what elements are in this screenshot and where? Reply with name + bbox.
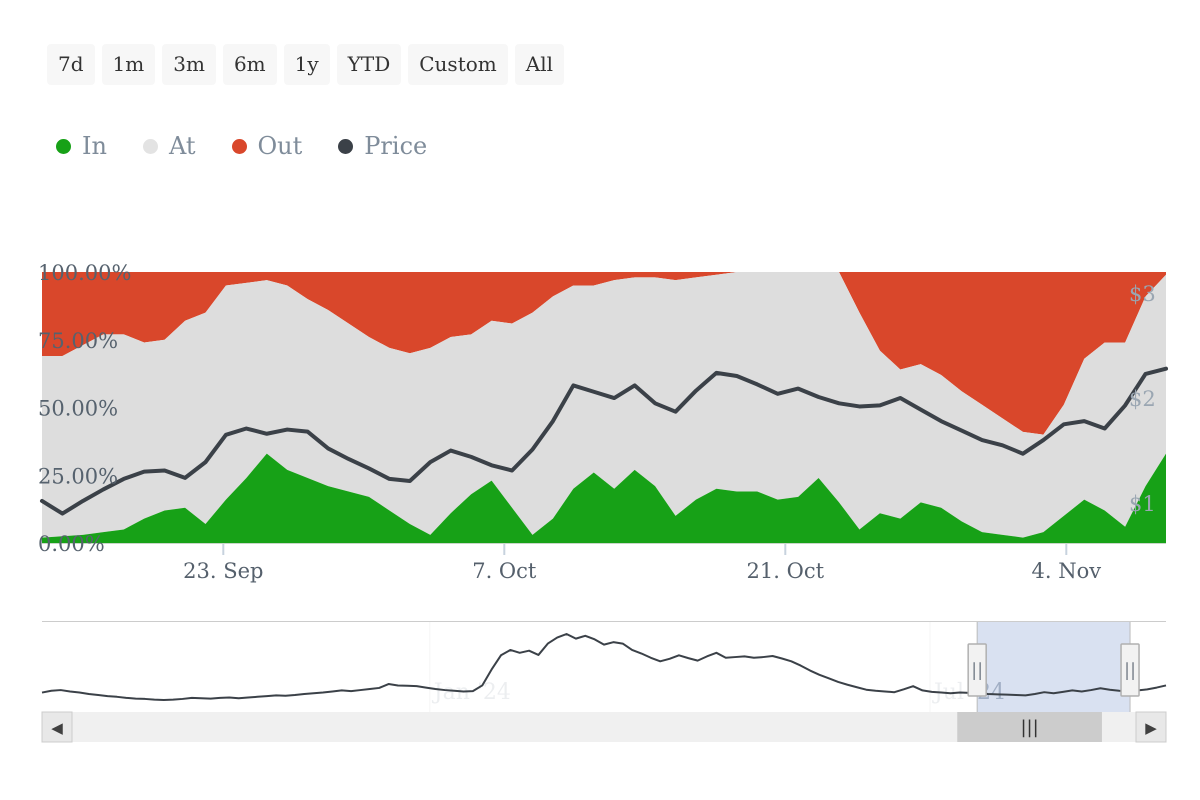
navigator-selection-window[interactable]	[977, 622, 1131, 712]
area-series-group	[42, 272, 1166, 543]
main-chart-svg: 0.00% 25.00% 50.00% 75.00% 100.00% $1 $2 $3 23…	[38, 261, 1168, 583]
scrollbar-thumb[interactable]: |||	[957, 712, 1102, 742]
navigator-svg: Jan '24Jul '24 || || ◀ ▶	[41, 621, 1167, 743]
y-axis-tick-label: 100.00%	[38, 261, 131, 285]
x-axis-tick-label: 23. Sep	[183, 559, 263, 583]
y-axis-tick-label: 50.00%	[38, 397, 118, 421]
x-axis-labels: 23. Sep 7. Oct 21. Oct 4. Nov	[183, 559, 1101, 583]
navigator-handle-left-grip: ||	[971, 660, 983, 681]
x-axis-tick-label: 4. Nov	[1032, 559, 1102, 583]
x-axis-ticks	[222, 543, 1068, 555]
x-axis-tick-label: 7. Oct	[472, 559, 537, 583]
y2-axis-tick-label: $3	[1129, 282, 1156, 306]
scrollbar-button-left[interactable]: ◀	[41, 711, 73, 743]
y-axis-tick-label: 75.00%	[38, 329, 118, 353]
scrollbar-button-right[interactable]: ▶	[1135, 711, 1167, 743]
y-axis-tick-label: 0.00%	[38, 532, 105, 556]
y2-axis-tick-label: $1	[1129, 492, 1156, 516]
main-chart[interactable]: 0.00% 25.00% 50.00% 75.00% 100.00% $1 $2 $3 23…	[0, 0, 1200, 600]
scrollbar-thumb-grip: |||	[1020, 717, 1038, 738]
y2-axis-tick-label: $2	[1129, 387, 1156, 411]
y-axis-tick-label: 25.00%	[38, 464, 118, 488]
navigator-handle-right[interactable]: ||	[1120, 643, 1140, 697]
scrollbar-left-arrow-icon: ◀	[51, 719, 63, 737]
navigator-scrollbar[interactable]: ◀ ▶ |||	[41, 711, 1167, 743]
x-axis-tick-label: 21. Oct	[747, 559, 825, 583]
navigator-handle-right-grip: ||	[1124, 660, 1136, 681]
scrollbar-right-arrow-icon: ▶	[1145, 719, 1157, 737]
navigator-handle-left[interactable]: ||	[967, 643, 987, 697]
navigator[interactable]: Jan '24Jul '24 || || ◀ ▶	[0, 600, 1200, 760]
